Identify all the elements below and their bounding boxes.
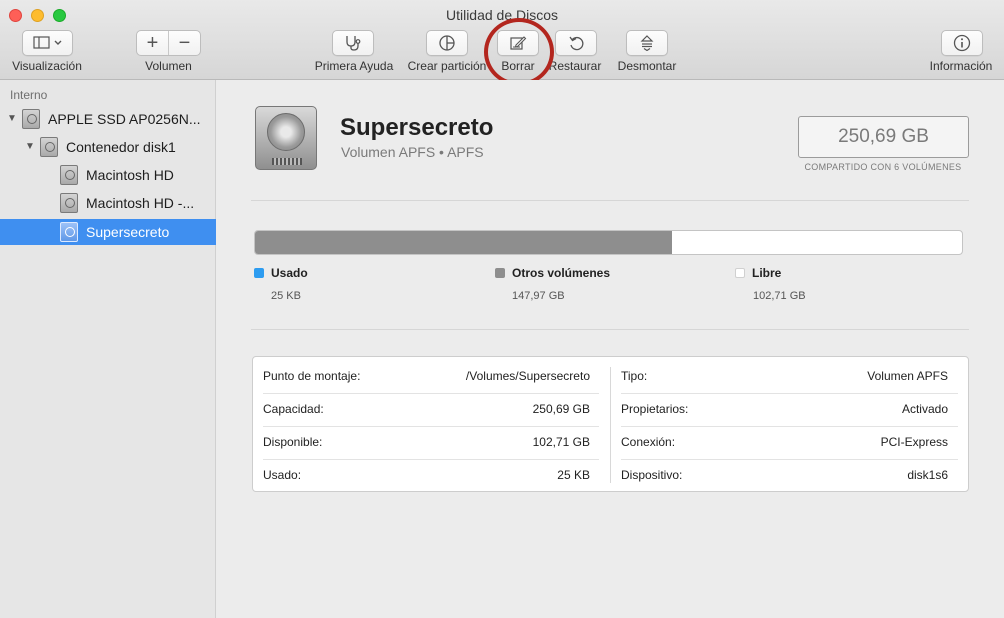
sidebar-view-icon — [32, 36, 63, 50]
info-button[interactable] — [941, 30, 983, 56]
legend-other-volumes: Otros volúmenes — [495, 266, 610, 280]
restore-arrow-icon — [568, 35, 584, 51]
volume-label: Volumen — [145, 59, 192, 73]
restore-label: Restaurar — [548, 59, 602, 73]
volume-name: Supersecreto — [340, 114, 494, 141]
volume-disk-icon — [255, 106, 317, 170]
disk-icon — [60, 192, 78, 213]
partition-button[interactable] — [426, 30, 468, 56]
info-key: Capacidad: — [263, 401, 324, 416]
unmount-button[interactable] — [626, 30, 668, 56]
info-value: /Volumes/Supersecreto — [465, 368, 590, 383]
legend-value-other: 147,97 GB — [512, 290, 565, 302]
info-row-device: Dispositivo: disk1s6 — [611, 458, 958, 491]
info-value: Activado — [901, 401, 948, 416]
disk-icon — [22, 108, 40, 129]
disk-icon — [60, 222, 78, 242]
erase-highlight-circle — [484, 18, 554, 86]
legend-swatch-used — [254, 268, 264, 278]
legend-used: Usado — [254, 266, 308, 280]
info-key: Dispositivo: — [621, 467, 683, 482]
legend-value-free: 102,71 GB — [753, 290, 806, 302]
eject-icon — [640, 35, 654, 51]
view-button[interactable] — [22, 30, 73, 56]
partition-pie-icon — [438, 34, 456, 52]
info-value: 250,69 GB — [532, 401, 590, 416]
main-panel: Supersecreto Volumen APFS • APFS 250,69 … — [217, 80, 1004, 618]
sidebar-item-label: APPLE SSD AP0256N... — [48, 110, 201, 127]
disk-icon — [40, 136, 58, 157]
divider — [251, 200, 969, 201]
info-row-capacity: Capacidad: 250,69 GB — [253, 392, 600, 425]
info-column-right: Tipo: Volumen APFS Propietarios: Activad… — [611, 357, 958, 491]
sidebar: Interno ▼ APPLE SSD AP0256N... ▼ Contene… — [0, 80, 216, 618]
sidebar-item-label: Macintosh HD — [86, 166, 174, 183]
info-label: Información — [929, 59, 993, 73]
add-volume-button[interactable]: + — [137, 31, 168, 55]
divider — [251, 329, 969, 330]
info-row-type: Tipo: Volumen APFS — [611, 359, 958, 392]
info-key: Propietarios: — [621, 401, 689, 416]
legend-swatch-free — [735, 268, 745, 278]
sidebar-item-label: Contenedor disk1 — [66, 138, 176, 155]
sidebar-section-internal: Interno — [10, 88, 48, 102]
info-row-used: Usado: 25 KB — [253, 458, 600, 491]
info-value: PCI-Express — [880, 434, 948, 449]
first-aid-button[interactable] — [332, 30, 374, 56]
sidebar-item-apple-ssd[interactable]: ▼ APPLE SSD AP0256N... — [0, 105, 216, 132]
info-icon — [953, 34, 971, 52]
info-key: Tipo: — [621, 368, 648, 383]
unmount-label: Desmontar — [617, 59, 677, 73]
info-row-available: Disponible: 102,71 GB — [253, 425, 600, 458]
legend-label-other: Otros volúmenes — [512, 266, 611, 280]
legend-free: Libre — [735, 266, 781, 280]
sidebar-item-supersecreto[interactable]: Supersecreto — [0, 219, 216, 245]
sidebar-item-label: Macintosh HD -... — [86, 194, 195, 211]
legend-value-used: 25 KB — [271, 290, 301, 302]
legend-label-used: Usado — [271, 266, 308, 280]
info-key: Punto de montaje: — [263, 368, 361, 383]
toolbar: Utilidad de Discos Visualización + − Vol… — [0, 0, 1004, 86]
first-aid-label: Primera Ayuda — [314, 59, 394, 73]
info-value: 25 KB — [557, 467, 590, 482]
window-title: Utilidad de Discos — [445, 7, 559, 23]
legend-label-free: Libre — [752, 266, 782, 280]
info-row-connection: Conexión: PCI-Express — [611, 425, 958, 458]
info-column-left: Punto de montaje: /Volumes/Supersecreto … — [253, 357, 600, 491]
info-value: disk1s6 — [907, 467, 948, 482]
volume-segmented-control: + − — [136, 30, 201, 56]
info-row-mount-point: Punto de montaje: /Volumes/Supersecreto — [253, 359, 600, 392]
disclosure-triangle-icon[interactable]: ▼ — [6, 113, 18, 124]
view-label: Visualización — [12, 59, 82, 73]
sidebar-item-macintosh-hd[interactable]: Macintosh HD — [0, 161, 216, 188]
stethoscope-icon — [344, 35, 362, 51]
disclosure-triangle-icon[interactable]: ▼ — [24, 141, 36, 152]
sidebar-item-label: Supersecreto — [86, 224, 170, 240]
volume-capacity: 250,69 GB — [798, 116, 969, 158]
sidebar-item-container-disk1[interactable]: ▼ Contenedor disk1 — [0, 133, 216, 160]
restore-button[interactable] — [555, 30, 597, 56]
disk-icon — [60, 164, 78, 185]
volume-subtitle: Volumen APFS • APFS — [341, 144, 484, 160]
info-row-owners: Propietarios: Activado — [611, 392, 958, 425]
partition-label: Crear partición — [407, 59, 487, 73]
info-value: 102,71 GB — [532, 434, 590, 449]
remove-volume-button[interactable]: − — [168, 31, 200, 55]
sidebar-item-macintosh-hd-data[interactable]: Macintosh HD -... — [0, 189, 216, 216]
info-key: Conexión: — [621, 434, 676, 449]
shared-volumes-note: COMPARTIDO CON 6 VOLÚMENES — [804, 162, 962, 172]
legend-swatch-other — [495, 268, 505, 278]
info-value: Volumen APFS — [867, 368, 948, 383]
info-key: Disponible: — [263, 434, 323, 449]
usage-bar — [254, 230, 963, 255]
info-key: Usado: — [263, 467, 302, 482]
volume-info-table: Punto de montaje: /Volumes/Supersecreto … — [252, 356, 969, 492]
usage-bar-other-fill — [255, 231, 673, 254]
